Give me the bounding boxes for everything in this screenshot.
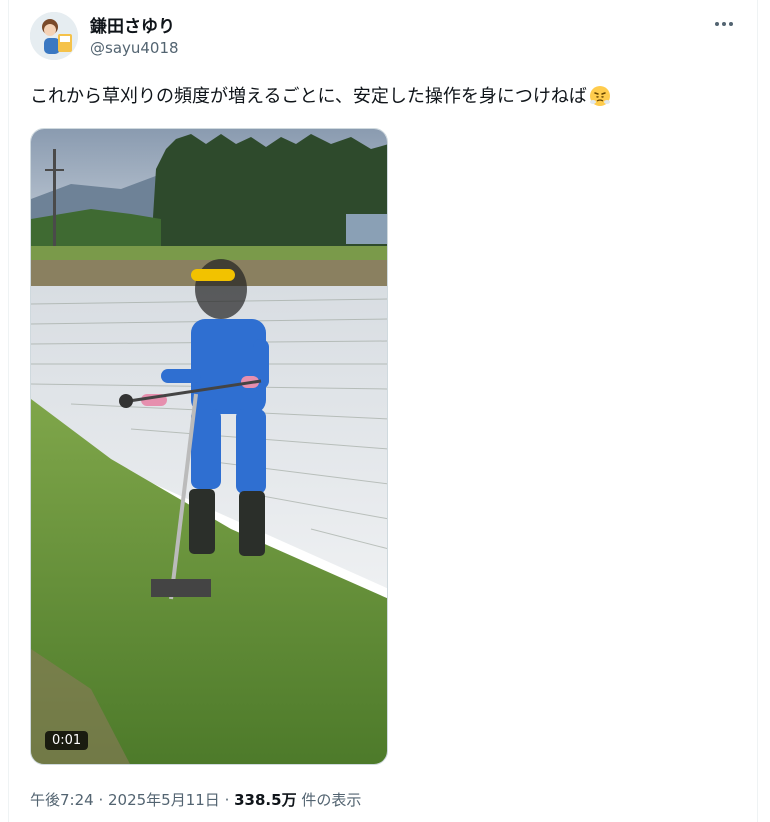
- views-count: 338.5万: [234, 791, 297, 809]
- video-duration-badge: 0:01: [45, 731, 89, 750]
- tweet-text: これから草刈りの頻度が増えるごとに、安定した操作を身につけねば: [30, 84, 730, 115]
- tweet-meta: 午後7:24 · 2025年5月11日 · 338.5万 件の表示: [30, 789, 361, 810]
- author-handle[interactable]: @sayu4018: [90, 39, 179, 57]
- avatar[interactable]: [30, 12, 78, 60]
- face-with-steam-from-nose-emoji: [589, 85, 611, 115]
- tweet-date[interactable]: 2025年5月11日: [108, 791, 220, 809]
- meta-separator: ·: [219, 791, 235, 809]
- more-options-button[interactable]: [706, 10, 742, 38]
- avatar-image: [30, 12, 78, 60]
- video-thumbnail: [31, 129, 387, 764]
- more-dots-icon: [715, 22, 733, 26]
- tweet-text-body: これから草刈りの頻度が増えるごとに、安定した操作を身につけねば: [30, 86, 587, 107]
- author-display-name[interactable]: 鎌田さゆり: [90, 12, 175, 37]
- tweet-time[interactable]: 午後7:24: [30, 791, 94, 809]
- video-player[interactable]: 0:01: [30, 128, 388, 765]
- meta-separator: ·: [93, 791, 108, 809]
- views-label: 件の表示: [296, 791, 362, 809]
